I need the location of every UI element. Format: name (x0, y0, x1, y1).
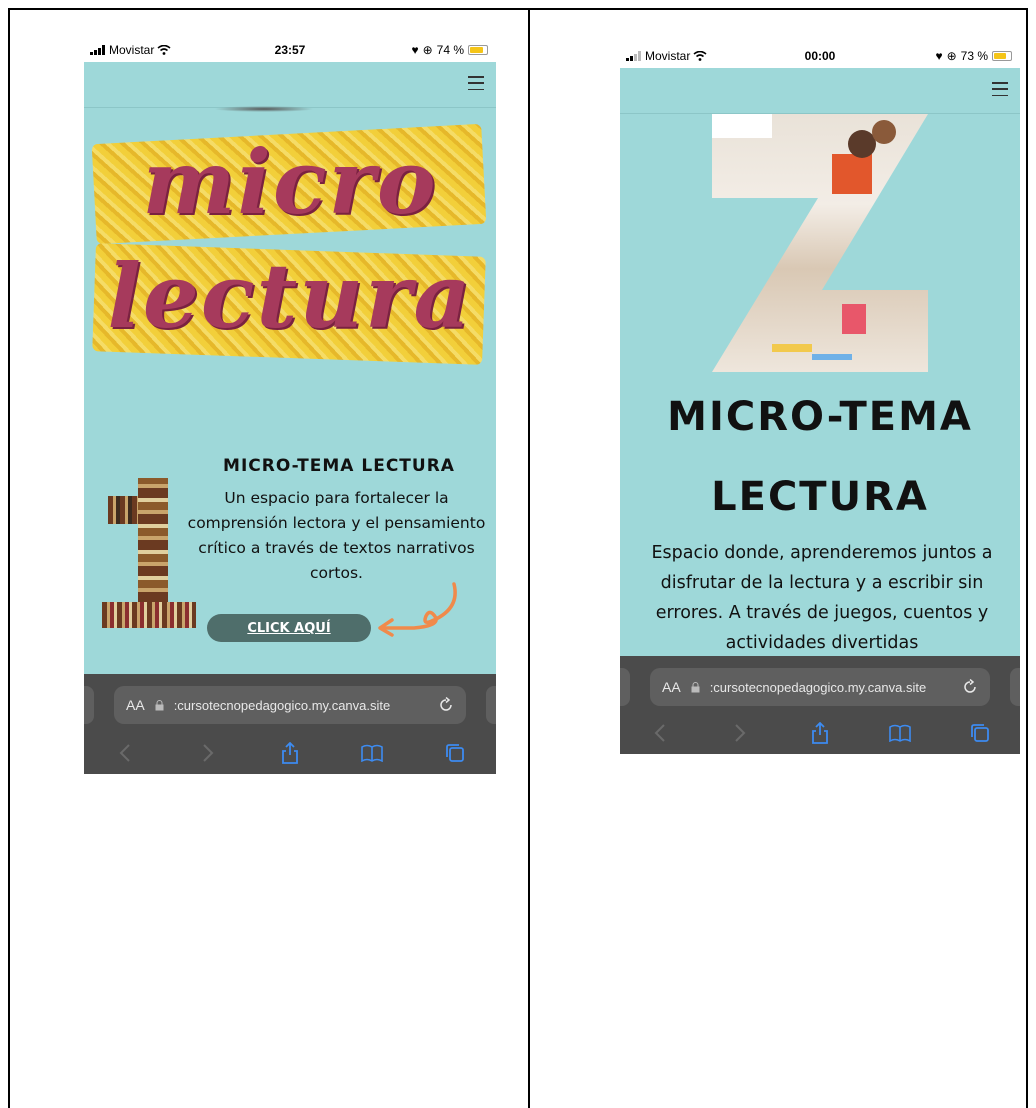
page-title-line-1: MICRO-TEMA (667, 394, 973, 440)
tabs-icon[interactable] (443, 741, 467, 765)
browser-toolbar (620, 718, 1020, 748)
hamburger-menu-icon[interactable] (468, 76, 484, 90)
browser-chrome: AA :cursotecnopedagogico.my.canva.site (84, 674, 496, 774)
orientation-lock-icon: ⊕ (946, 49, 957, 63)
next-tab-peek[interactable] (486, 686, 496, 724)
text-size-button[interactable]: AA (662, 679, 681, 695)
back-icon[interactable] (648, 721, 672, 745)
orientation-lock-icon: ⊕ (422, 43, 433, 57)
hamburger-menu-icon[interactable] (992, 82, 1008, 96)
reload-icon[interactable] (962, 679, 978, 695)
url-text: :cursotecnopedagogico.my.canva.site (709, 679, 927, 695)
site-header (620, 68, 1020, 114)
previous-tab-peek[interactable] (84, 686, 94, 724)
section-title: MICRO-TEMA LECTURA (223, 456, 455, 476)
status-right-group: ♥ ⊕ 74 % (411, 43, 488, 57)
tabs-icon[interactable] (968, 721, 992, 745)
forward-icon[interactable] (728, 721, 752, 745)
browser-toolbar (84, 738, 496, 768)
section-description: Espacio donde, aprenderemos juntos a dis… (651, 543, 993, 653)
site-header (84, 62, 496, 108)
table-divider (528, 10, 530, 1108)
heart-icon: ♥ (935, 49, 943, 63)
heart-icon: ♥ (411, 43, 419, 57)
address-bar[interactable]: AA :cursotecnopedagogico.my.canva.site (650, 668, 990, 706)
previous-tab-peek[interactable] (620, 668, 630, 706)
right-phone-screenshot: Movistar 00:00 ♥ ⊕ 73 % MICRO-TEMA LECTU… (620, 44, 1020, 754)
page-title-line-2: LECTURA (711, 474, 929, 520)
url-text: :cursotecnopedagogico.my.canva.site (173, 697, 391, 713)
status-right-group: ♥ ⊕ 73 % (935, 49, 1012, 63)
back-icon[interactable] (113, 741, 137, 765)
battery-percent: 74 % (436, 43, 464, 57)
share-icon[interactable] (278, 741, 302, 765)
bookmarks-icon[interactable] (360, 741, 384, 765)
battery-icon (992, 51, 1012, 61)
address-bar[interactable]: AA :cursotecnopedagogico.my.canva.site (114, 686, 466, 724)
battery-icon (468, 45, 488, 55)
text-size-button[interactable]: AA (126, 697, 145, 713)
next-tab-peek[interactable] (1010, 668, 1020, 706)
section-description: Un espacio para fortalecer la comprensió… (187, 489, 486, 582)
status-bar: Movistar 00:00 ♥ ⊕ 73 % (620, 44, 1020, 68)
books-number-one-image (102, 478, 196, 628)
lock-icon (691, 681, 700, 692)
share-icon[interactable] (808, 721, 832, 745)
collage-title-micro: micro (142, 130, 438, 234)
click-here-label[interactable]: CLICK AQUÍ (234, 618, 344, 640)
browser-chrome: AA :cursotecnopedagogico.my.canva.site (620, 656, 1020, 754)
children-classroom-z-image (712, 114, 928, 372)
status-bar: Movistar 23:57 ♥ ⊕ 74 % (84, 38, 496, 62)
bookmarks-icon[interactable] (888, 721, 912, 745)
curly-arrow-icon (378, 582, 457, 637)
forward-icon[interactable] (196, 741, 220, 765)
collage-title-lectura: lectura (107, 244, 473, 348)
lock-icon (155, 699, 164, 710)
left-phone-screenshot: Movistar 23:57 ♥ ⊕ 74 % micro lectura MI… (84, 38, 496, 774)
battery-percent: 73 % (960, 49, 988, 63)
reload-icon[interactable] (438, 697, 454, 713)
decorative-shadow (214, 106, 314, 112)
